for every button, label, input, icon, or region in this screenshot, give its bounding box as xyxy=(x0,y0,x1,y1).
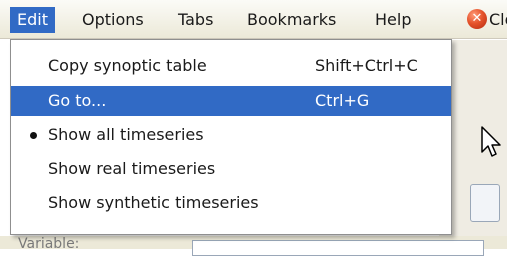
menu-item-show-real-timeseries[interactable]: Show real timeseries xyxy=(11,154,451,184)
menu-item-label: Show synthetic timeseries xyxy=(48,193,259,212)
menu-tabs[interactable]: Tabs xyxy=(171,7,220,33)
menu-item-show-synthetic-timeseries[interactable]: Show synthetic timeseries xyxy=(11,188,451,218)
menu-bookmarks[interactable]: Bookmarks xyxy=(240,7,343,33)
menu-item-go-to[interactable]: Go to... Ctrl+G xyxy=(11,86,451,116)
mouse-pointer-icon xyxy=(481,126,501,157)
close-icon[interactable]: ✕ xyxy=(467,9,487,29)
variable-field xyxy=(192,240,484,256)
close-menu-label[interactable]: Clo xyxy=(489,7,507,33)
variable-label: Variable: xyxy=(18,236,80,252)
menu-item-label: Go to... xyxy=(48,91,107,110)
menu-item-shortcut: Shift+Ctrl+C xyxy=(315,56,418,75)
background-button xyxy=(470,184,500,222)
menu-item-show-all-timeseries[interactable]: Show all timeseries xyxy=(11,120,451,150)
menu-help[interactable]: Help xyxy=(368,7,418,33)
menu-item-label: Copy synoptic table xyxy=(48,56,207,75)
menu-edit[interactable]: Edit xyxy=(10,7,55,33)
menu-options[interactable]: Options xyxy=(75,7,151,33)
menu-bar: Edit Options Tabs Bookmarks Help ✕ Clo xyxy=(0,0,507,39)
menu-item-copy-synoptic-table[interactable]: Copy synoptic table Shift+Ctrl+C xyxy=(11,51,451,81)
menu-item-label: Show all timeseries xyxy=(48,125,204,144)
edit-menu-dropdown: Copy synoptic table Shift+Ctrl+C Go to..… xyxy=(10,39,452,235)
radio-bullet-icon xyxy=(30,132,37,139)
menu-item-label: Show real timeseries xyxy=(48,159,216,178)
menu-item-shortcut: Ctrl+G xyxy=(315,91,370,110)
